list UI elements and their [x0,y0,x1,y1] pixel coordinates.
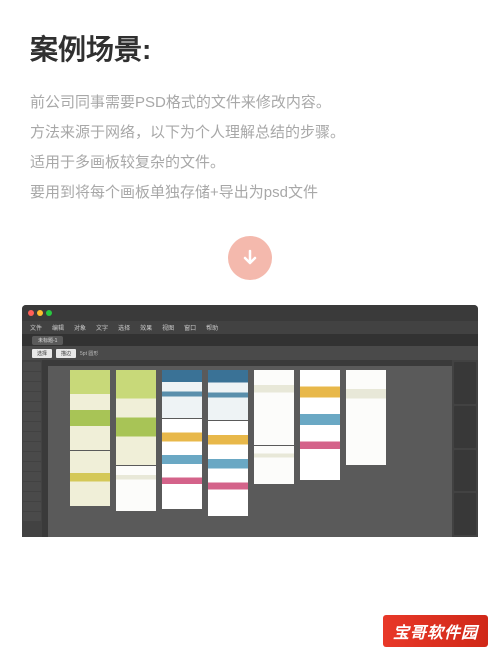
menu-item: 文字 [96,323,108,332]
menu-item: 帮助 [206,323,218,332]
tool-icon [23,412,41,421]
arrow-container [0,236,500,280]
artboard-column [300,370,340,480]
panel [454,362,476,404]
tool-icon [23,392,41,401]
page-title: 案例场景: [0,0,500,88]
panel [454,493,476,535]
maximize-dot-icon [46,310,52,316]
menu-item: 选择 [118,323,130,332]
artboard [208,421,248,516]
tool-icon [23,462,41,471]
option-text: 5pt 圆形 [80,350,98,357]
tool-icon [23,512,41,521]
tool-icon [23,432,41,441]
artboard [116,370,156,465]
tool-icon [23,402,41,411]
tool-icon [23,422,41,431]
options-bar: 选择 描边 5pt 圆形 [22,346,478,360]
artboard [254,446,294,484]
tool-icon [23,482,41,491]
menu-bar: 文件 编辑 对象 文字 选择 效果 视图 窗口 帮助 [22,321,478,334]
panel [454,406,476,448]
tool-panel [22,360,42,537]
artboards-container [70,370,424,529]
option-select: 描边 [56,349,76,358]
tool-icon [23,502,41,511]
horizontal-ruler [42,360,452,366]
down-arrow-icon [228,236,272,280]
artboard [300,370,340,480]
tool-icon [23,362,41,371]
option-select: 选择 [32,349,52,358]
menu-item: 效果 [140,323,152,332]
workspace [22,360,478,537]
artboard [70,370,110,450]
minimize-dot-icon [37,310,43,316]
artboard [254,370,294,445]
desc-line-4: 要用到将每个画板单独存储+导出为psd文件 [30,178,470,208]
artboard-column [70,370,110,506]
menu-item: 文件 [30,323,42,332]
artboard [162,419,202,509]
desc-line-2: 方法来源于网络，以下为个人理解总结的步骤。 [30,118,470,148]
watermark-badge: 宝哥软件园 [383,615,488,647]
close-dot-icon [28,310,34,316]
artboard-column [162,370,202,509]
artboard-column [208,370,248,516]
menu-item: 视图 [162,323,174,332]
artboard-column [254,370,294,484]
tool-icon [23,492,41,501]
artboard [116,466,156,511]
illustrator-screenshot: 文件 编辑 对象 文字 选择 效果 视图 窗口 帮助 未标题-1 选择 描边 5… [22,305,478,537]
tool-icon [23,372,41,381]
menu-item: 对象 [74,323,86,332]
document-tab-bar: 未标题-1 [22,334,478,346]
artboard-column [116,370,156,511]
document-tab: 未标题-1 [32,336,63,345]
desc-line-3: 适用于多画板较复杂的文件。 [30,148,470,178]
tool-icon [23,472,41,481]
vertical-ruler [42,360,48,537]
artboard [162,370,202,418]
artboard [208,370,248,420]
description-block: 前公司同事需要PSD格式的文件来修改内容。 方法来源于网络，以下为个人理解总结的… [0,88,500,208]
menu-item: 窗口 [184,323,196,332]
artboard-column [346,370,386,465]
menu-item: 编辑 [52,323,64,332]
tool-icon [23,452,41,461]
right-panels [452,360,478,537]
tool-icon [23,382,41,391]
window-titlebar [22,305,478,321]
tool-icon [23,442,41,451]
canvas-area [42,360,452,537]
artboard [70,451,110,506]
desc-line-1: 前公司同事需要PSD格式的文件来修改内容。 [30,88,470,118]
panel [454,450,476,492]
artboard [346,370,386,465]
